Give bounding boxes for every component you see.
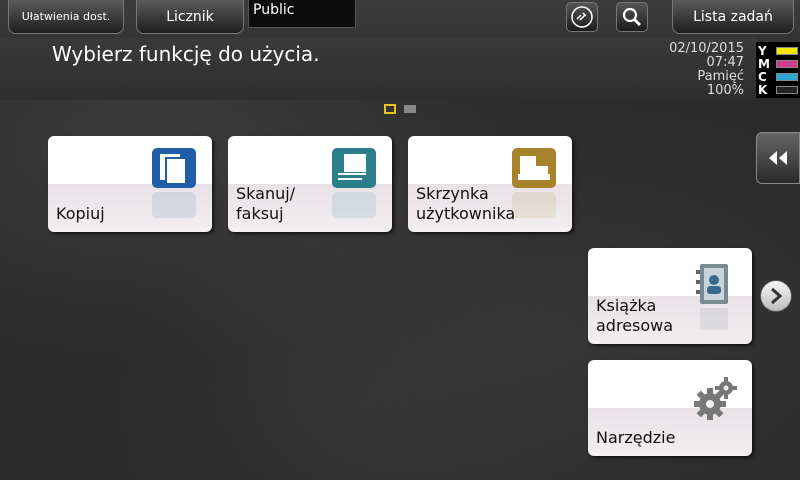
status-time: 07:47: [706, 55, 744, 70]
chevron-right-icon: [771, 288, 783, 304]
page-indicator-2[interactable]: [404, 105, 416, 113]
job-list-button[interactable]: Lista zadań: [672, 0, 794, 34]
toner-indicator: Y M C K: [756, 42, 800, 98]
scan-fax-label-line2: faksuj: [236, 204, 284, 223]
copy-tile[interactable]: Kopiuj: [48, 136, 212, 232]
scan-fax-icon: [332, 148, 376, 218]
address-book-icon: [696, 264, 728, 330]
user-box-tile[interactable]: Skrzynka użytkownika: [408, 136, 572, 232]
toner-bar-m: [776, 60, 798, 68]
accessibility-button[interactable]: Ułatwienia dost.: [8, 0, 124, 34]
utility-label: Narzędzie: [596, 428, 676, 447]
user-box-label-line1: Skrzynka: [416, 184, 489, 203]
address-book-label-line1: Książka: [596, 296, 657, 315]
next-page-button[interactable]: [760, 280, 792, 312]
scan-fax-tile[interactable]: Skanuj/faksuj: [228, 136, 392, 232]
job-list-label: Lista zadań: [693, 8, 773, 25]
copy-icon: [152, 148, 196, 218]
toner-letter-k: K: [758, 83, 768, 97]
toner-letter-c: C: [758, 70, 767, 84]
counter-button[interactable]: Licznik: [136, 0, 244, 34]
toner-letter-y: Y: [758, 44, 767, 58]
user-box-label: Skrzynka użytkownika: [416, 184, 515, 224]
scan-fax-label-line1: Skanuj/: [236, 184, 296, 203]
search-button[interactable]: [616, 2, 648, 32]
toner-bar-c: [776, 73, 798, 81]
address-book-label-line2: adresowa: [596, 316, 674, 335]
user-name-box: Public: [248, 0, 356, 28]
link-icon: [571, 6, 593, 28]
utility-tile[interactable]: Narzędzie: [588, 360, 752, 456]
copy-label: Kopiuj: [56, 204, 105, 223]
link-button[interactable]: [566, 2, 598, 32]
instruction-message: Wybierz funkcję do użycia.: [52, 42, 320, 66]
memory-value: 100%: [706, 83, 744, 98]
counter-label: Licznik: [166, 8, 214, 25]
scan-fax-label: Skanuj/faksuj: [236, 184, 295, 224]
toner-bar-y: [776, 47, 798, 55]
toner-bar-k: [776, 86, 798, 94]
status-date: 02/10/2015: [669, 41, 744, 56]
user-name: Public: [253, 2, 295, 18]
search-icon: [622, 7, 641, 26]
accessibility-label: Ułatwienia dost.: [21, 10, 111, 23]
address-book-label: Książka adresowa: [596, 296, 673, 336]
memory-label: Pamięć: [697, 69, 744, 84]
toner-letter-m: M: [758, 57, 770, 71]
gear-icon: [694, 377, 737, 420]
address-book-tile[interactable]: Książka adresowa: [588, 248, 752, 344]
double-chevron-left-icon: [769, 151, 787, 165]
page-indicator-1[interactable]: [384, 104, 396, 114]
collapse-panel-button[interactable]: [756, 132, 800, 184]
user-box-label-line2: użytkownika: [416, 204, 516, 223]
